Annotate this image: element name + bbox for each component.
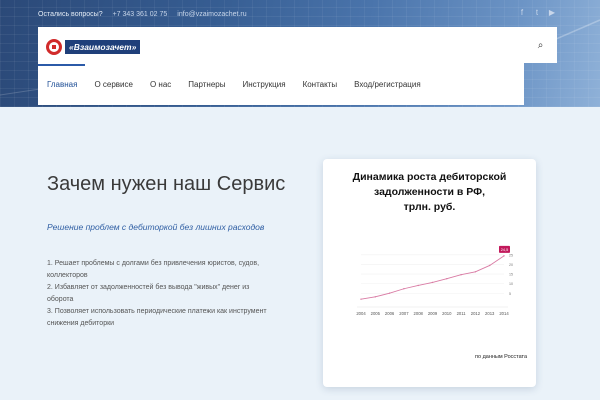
x-tick-label: 2012 bbox=[471, 311, 481, 316]
y-tick-label: 25 bbox=[509, 253, 513, 257]
x-tick-label: 2013 bbox=[485, 311, 495, 316]
y-tick-label: 10 bbox=[509, 282, 513, 286]
section-subtitle: Решение проблем с дебиторкой без лишних … bbox=[47, 222, 265, 232]
x-tick-label: 2009 bbox=[428, 311, 438, 316]
social-links: f t ▶ bbox=[518, 8, 556, 17]
nav-item-partners[interactable]: Партнеры bbox=[179, 74, 233, 96]
benefit-item: 3. Позволяет использовать периодические … bbox=[47, 308, 267, 327]
benefit-item: 2. Избавляет от задолженностей без вывод… bbox=[47, 284, 250, 303]
nav-item-about-us[interactable]: О нас bbox=[141, 74, 179, 96]
nav-item-instructions[interactable]: Инструкция bbox=[233, 74, 293, 96]
chart-source: по данным Росстата bbox=[475, 354, 528, 360]
x-tick-label: 2011 bbox=[457, 311, 467, 316]
nav-item-contacts[interactable]: Контакты bbox=[294, 74, 346, 96]
nav-item-about-service[interactable]: О сервисе bbox=[85, 74, 141, 96]
data-point bbox=[474, 271, 477, 273]
x-tick-label: 2014 bbox=[499, 311, 509, 316]
topbar-contacts: Остались вопросы? +7 343 361 02 75 info@… bbox=[38, 8, 247, 20]
contact-email[interactable]: info@vzaimozachet.ru bbox=[177, 11, 246, 18]
series-line bbox=[360, 255, 505, 300]
debt-growth-chart: 25 20 15 10 5 2004 2005 2006 2007 2008 2009 2010 201… bbox=[356, 245, 513, 316]
logo-text: «Взаимозачет» bbox=[65, 40, 141, 54]
chart-card: Динамика роста дебиторской задолженности… bbox=[323, 159, 536, 387]
main-nav: Главная О сервисе О нас Партнеры Инструк… bbox=[38, 64, 429, 96]
y-tick-label: 20 bbox=[509, 263, 513, 267]
x-tick-label: 2007 bbox=[399, 311, 409, 316]
benefits-list: 1. Решает проблемы с долгами без привлеч… bbox=[47, 258, 272, 330]
data-point bbox=[360, 298, 362, 300]
x-tick-label: 2008 bbox=[414, 311, 424, 316]
contact-phone[interactable]: +7 343 361 02 75 bbox=[113, 11, 168, 18]
contact-question: Остались вопросы? bbox=[38, 10, 103, 18]
data-point bbox=[374, 296, 376, 298]
facebook-icon[interactable]: f bbox=[518, 8, 526, 17]
youtube-icon[interactable]: ▶ bbox=[548, 8, 556, 17]
x-tick-label: 2005 bbox=[371, 311, 381, 316]
nav-item-home[interactable]: Главная bbox=[38, 64, 86, 96]
logo-mark-icon bbox=[46, 39, 62, 55]
section-heading: Зачем нужен наш Сервис bbox=[47, 173, 286, 195]
search-button[interactable]: ⌕ bbox=[524, 27, 557, 63]
data-point bbox=[403, 288, 405, 290]
x-tick-label: 2004 bbox=[356, 311, 366, 316]
data-point bbox=[489, 264, 491, 267]
benefit-item: 1. Решает проблемы с долгами без привлеч… bbox=[47, 260, 260, 279]
data-point bbox=[460, 273, 462, 276]
y-tick-label: 15 bbox=[509, 273, 513, 277]
data-point bbox=[417, 284, 419, 287]
search-icon: ⌕ bbox=[537, 39, 544, 51]
data-point bbox=[431, 281, 434, 284]
header-panel: «Взаимозачет» Главная О сервисе О нас Па… bbox=[38, 27, 524, 105]
x-tick-label: 2010 bbox=[442, 311, 452, 316]
end-label: 24,5 bbox=[501, 248, 508, 252]
twitter-icon[interactable]: t bbox=[533, 8, 541, 17]
x-tick-label: 2006 bbox=[385, 311, 395, 316]
data-point bbox=[388, 292, 391, 294]
site-logo[interactable]: «Взаимозачет» bbox=[46, 38, 141, 56]
data-point bbox=[446, 278, 448, 280]
y-tick-label: 5 bbox=[509, 292, 511, 296]
data-point bbox=[503, 255, 505, 257]
header-banner: Остались вопросы? +7 343 361 02 75 info@… bbox=[0, 0, 600, 107]
nav-item-login[interactable]: Вход/регистрация bbox=[345, 74, 429, 96]
